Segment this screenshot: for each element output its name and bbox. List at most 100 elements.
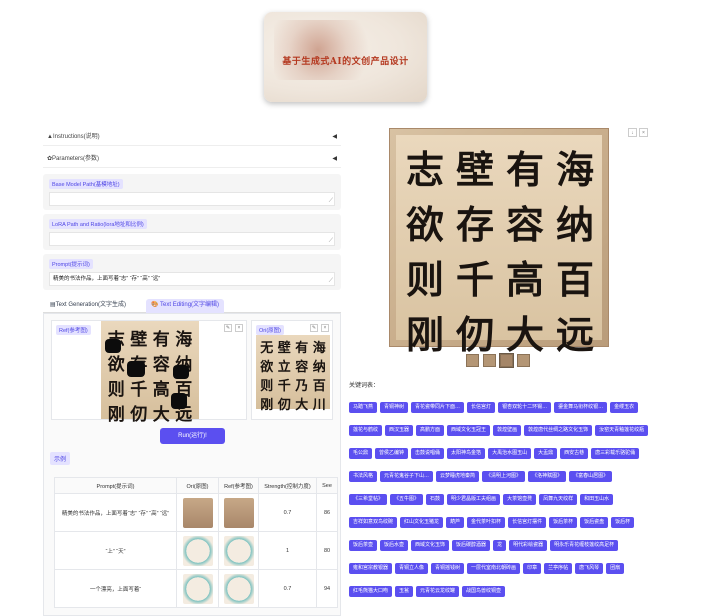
table-row[interactable]: 一个漂亮，上面写着“ 0.7 94 (54, 569, 338, 608)
keyword-chip[interactable]: 饭后茶杯 (549, 517, 578, 528)
keyword-chip[interactable]: 一层代室南北朝砖画 (467, 563, 521, 574)
keyword-chip[interactable]: 红毛熊猫大口吻 (349, 586, 393, 597)
keyword-chip[interactable]: 吉祥如意双鸟纹碗 (349, 517, 398, 528)
keyword-chip[interactable]: 金缕玉衣 (610, 402, 639, 413)
ori-image-upload[interactable]: Ori(原图) ✎ × 无壁有海欲立容纳则千乃百刚仞大川 (251, 320, 333, 420)
keyword-chip[interactable]: 长信宫灯摆件 (508, 517, 547, 528)
keyword-chip[interactable]: 西域文化玉饰 (411, 540, 450, 551)
run-button[interactable]: Run(运行)! (160, 428, 225, 444)
keyword-chip[interactable]: 大茶馆壶凳 (503, 494, 537, 505)
close-icon[interactable]: × (235, 324, 243, 332)
keyword-chip[interactable]: 和田玉山水 (580, 494, 614, 505)
keyword-chip[interactable]: 元青花云龙纹罐 (416, 586, 460, 597)
resize-handle-icon[interactable]: ⟋ (329, 278, 333, 285)
ref-image-label: Ref(参考图) (56, 325, 91, 335)
keyword-chip[interactable]: 西安古巷 (560, 448, 589, 459)
keyword-chip[interactable]: 敦煌唐代丝绸之路文化玉饰 (524, 425, 593, 436)
example-prompt: “上” “天” (54, 531, 177, 570)
keyword-chip[interactable]: 大盂鼎 (534, 448, 558, 459)
keyword-chip[interactable]: 云梦睡虎地秦简 (436, 471, 480, 482)
keyword-chip[interactable]: 西汉玉器 (385, 425, 414, 436)
instructions-accordion-label: ▲Instructions(说明) (47, 134, 100, 140)
download-icon[interactable]: ↓ (628, 128, 637, 137)
tab-text-generation[interactable]: ▤Text Generation(文字生成) (45, 299, 131, 313)
instructions-accordion[interactable]: ▲Instructions(说明) ◀ (43, 128, 341, 146)
keyword-chip[interactable]: 凤舞九天纹样 (539, 494, 578, 505)
keyword-chip[interactable]: 青铜摇钱树 (431, 563, 465, 574)
gallery-thumbnail[interactable] (499, 353, 514, 368)
keyword-chip[interactable]: 元青花鬼谷子下山… (380, 471, 434, 482)
keyword-chip[interactable]: 高鹏方面 (416, 425, 445, 436)
keyword-chip[interactable]: 长信宫灯 (467, 402, 496, 413)
resize-handle-icon[interactable]: ⟋ (329, 198, 333, 205)
keyword-chip[interactable]: 《清明上河图》 (482, 471, 526, 482)
keyword-chip[interactable]: 兰亭序帖 (544, 563, 573, 574)
keyword-chip[interactable]: 红山文化玉猪龙 (400, 517, 444, 528)
result-image[interactable]: 志壁有海欲存容纳则千高百刚仞大远 (389, 128, 609, 357)
keyword-chip[interactable]: 青铜神树 (380, 402, 409, 413)
keyword-chip[interactable]: 金代茶叶扣杯 (467, 517, 506, 528)
keyword-chip[interactable]: 明永乐青花缠枝莲纹高足杯 (550, 540, 619, 551)
keyword-chip[interactable]: 石鼓 (426, 494, 445, 505)
keyword-chip[interactable]: 马踏飞燕 (349, 402, 378, 413)
keyword-chip[interactable]: 莲花与鹤纹 (349, 425, 383, 436)
prompt-label: Prompt(提示词) (49, 259, 93, 269)
prompt-input[interactable]: 精美的书法作品，上面写着“志” “存” “高” “远” (49, 272, 335, 286)
gallery-thumbnail[interactable] (466, 354, 479, 367)
keyword-chip[interactable]: 青花瓷带同片下面… (411, 402, 465, 413)
calligraphy-character: 千 (130, 380, 148, 400)
keyword-chip[interactable]: 《三希堂帖》 (349, 494, 388, 505)
keyword-chip[interactable]: 战国鸟兽纹铜壶 (462, 586, 506, 597)
keyword-chip[interactable]: 唐三彩载乐骆驼俑 (591, 448, 640, 459)
ref-image-upload[interactable]: Ref(参考图) ✎ × 志壁有海欲存容纳则千高百刚仞大远 (51, 320, 247, 425)
keyword-chip[interactable]: 团扇 (606, 563, 625, 574)
table-row[interactable]: “上” “天” 1 80 (54, 531, 338, 570)
keyword-chip[interactable]: 饭后水壶 (380, 540, 409, 551)
keyword-chip[interactable]: 葫芦 (446, 517, 465, 528)
keyword-chip[interactable]: 银杏双轮十二环锡… (498, 402, 552, 413)
keyword-chip[interactable]: 太阳神鸟金箔 (447, 448, 486, 459)
prompt-field: Prompt(提示词) 精美的书法作品，上面写着“志” “存” “高” “远” … (43, 254, 341, 290)
keyword-chip[interactable]: 西域文化玉冠王 (447, 425, 491, 436)
close-icon[interactable]: × (639, 128, 648, 137)
keyword-chip[interactable]: 印章 (523, 563, 542, 574)
keyword-chip[interactable]: 敦煌壁画 (493, 425, 522, 436)
keyword-chip[interactable]: 饭后茶壶 (349, 540, 378, 551)
lora-path-label: LoRA Path and Ratio(lora地址和比例) (49, 219, 147, 229)
keyword-chip[interactable]: 《洛神赋图》 (528, 471, 567, 482)
edit-icon[interactable]: ✎ (224, 324, 232, 332)
gallery-thumbnail[interactable] (517, 354, 530, 367)
keyword-chip[interactable]: 饭后杯 (611, 517, 635, 528)
keyword-chip[interactable]: 唐飞风琴 (575, 563, 604, 574)
keyword-chip[interactable]: 击鼓说唱俑 (411, 448, 445, 459)
keyword-chip[interactable]: 书法风格 (349, 471, 378, 482)
edit-icon[interactable]: ✎ (310, 324, 318, 332)
example-seed: 94 (316, 569, 338, 608)
keyword-chip[interactable]: 明少君晶版工夫组画 (447, 494, 501, 505)
ori-calligraphy: 无壁有海欲立容纳则千乃百刚仞大川 (258, 337, 328, 413)
keyword-chip[interactable]: 汝窑天青釉莲花纹瓶 (595, 425, 649, 436)
keyword-chip[interactable]: 《富春山居图》 (569, 471, 613, 482)
parameters-accordion[interactable]: ✿Parameters(参数) ◀ (43, 150, 341, 168)
table-row[interactable]: 精美的书法作品，上面写着“志” “存” “高” “远” 0.7 86 (54, 493, 338, 532)
keyword-chip[interactable]: 雍和宫宗教银器 (349, 563, 393, 574)
keyword-chip[interactable]: 毛公鼎 (349, 448, 373, 459)
keyword-chip[interactable]: 饭后碳醇酒器 (452, 540, 491, 551)
tab-text-editing[interactable]: 🎨 Text Editing(文字编辑) (146, 299, 225, 313)
keyword-chip[interactable]: 大禹治水图玉山 (488, 448, 532, 459)
keyword-chip[interactable]: 鎏金舞马衔杯纹银… (554, 402, 608, 413)
keyword-chip[interactable]: 《五牛图》 (390, 494, 424, 505)
keyword-chip[interactable]: 明代彩绘瓷器 (509, 540, 548, 551)
lora-path-input[interactable] (49, 232, 335, 246)
close-icon[interactable]: × (321, 324, 329, 332)
keyword-chip[interactable]: 玉瓮 (395, 586, 414, 597)
calligraphy-character: 则 (260, 379, 274, 394)
base-model-path-input[interactable] (49, 192, 335, 206)
gallery-thumbnail[interactable] (483, 354, 496, 367)
keyword-chip[interactable]: 龙 (493, 540, 507, 551)
parameters-accordion-label: ✿Parameters(参数) (47, 156, 100, 162)
resize-handle-icon[interactable]: ⟋ (329, 238, 333, 245)
keyword-chip[interactable]: 饭后瓷盘 (580, 517, 609, 528)
keyword-chip[interactable]: 曾侯乙编钟 (375, 448, 409, 459)
keyword-chip[interactable]: 青铜立人像 (395, 563, 429, 574)
